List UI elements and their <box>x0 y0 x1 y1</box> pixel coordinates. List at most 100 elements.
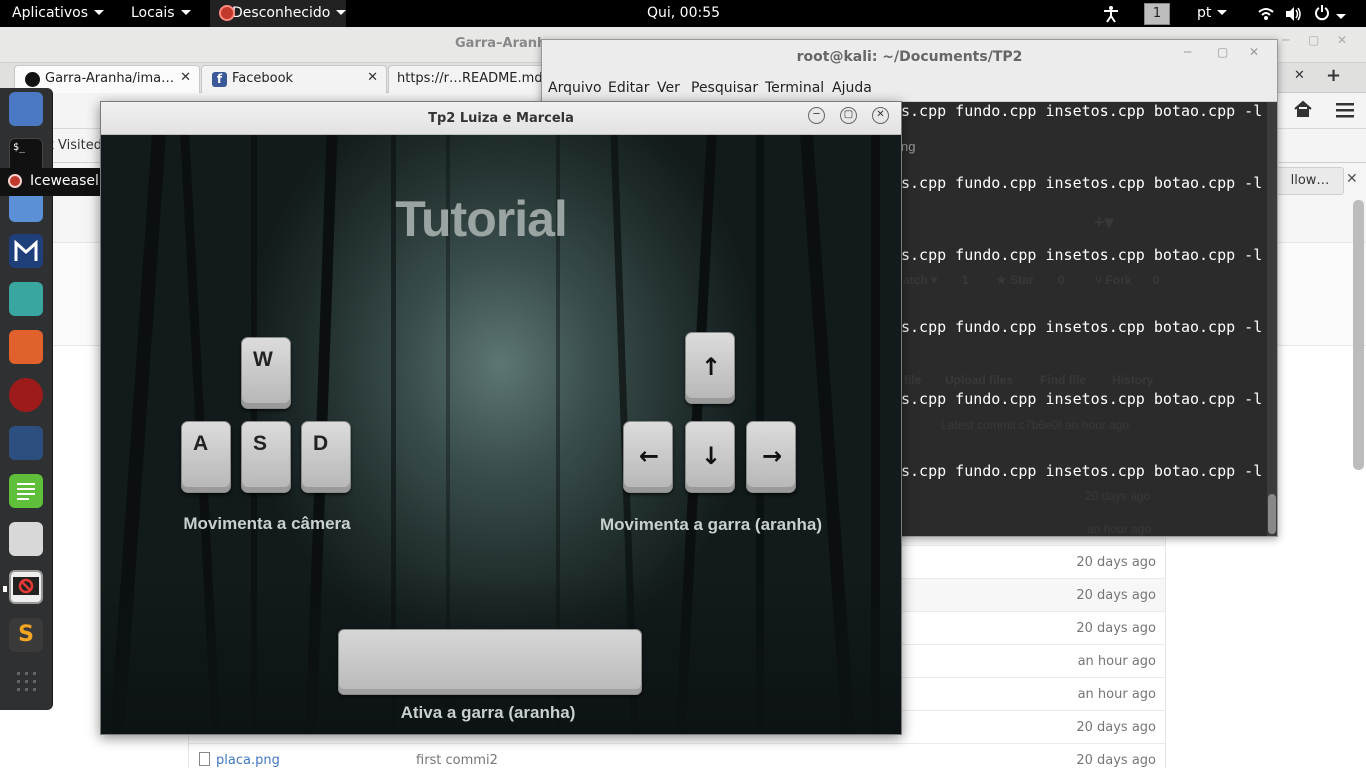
sublime-text-icon[interactable]: S <box>9 618 43 652</box>
text-editor-icon[interactable] <box>9 474 43 508</box>
chevron-down-icon <box>180 10 191 15</box>
key-d: D <box>301 421 351 493</box>
language-menu[interactable]: pt <box>1197 0 1228 27</box>
wifi-icon[interactable] <box>1258 0 1274 27</box>
file-age: 20 days ago <box>1076 720 1156 735</box>
clock[interactable]: Qui, 00:55 <box>647 0 720 27</box>
page-scrollbar[interactable] <box>1353 200 1364 470</box>
close-icon[interactable]: ✕ <box>1249 45 1259 59</box>
terminal-line: s.cpp fundo.cpp insetos.cpp botao.cpp -l <box>901 390 1263 408</box>
file-age-ghost: 20 days ago <box>1085 489 1151 503</box>
minimize-icon[interactable]: ─ <box>1282 33 1289 47</box>
add-icon[interactable]: +▾ <box>1094 212 1114 233</box>
menu-pesquisar[interactable]: Pesquisar <box>691 80 758 96</box>
watch-button[interactable]: atch ▾ <box>903 273 937 287</box>
file-age: 20 days ago <box>1076 753 1156 768</box>
find-file-button[interactable]: Find file <box>1040 373 1086 387</box>
menu-arquivo[interactable]: Arquivo <box>548 80 602 96</box>
upload-files-button[interactable]: Upload files <box>945 373 1013 387</box>
arrow-up-icon: ↑ <box>700 353 722 381</box>
terminal-scrollbar[interactable] <box>1267 102 1277 536</box>
close-icon[interactable]: ✕ <box>1346 171 1358 187</box>
maximize-button[interactable]: ▢ <box>840 107 857 124</box>
history-button[interactable]: History <box>1112 373 1153 387</box>
key-arrow-down: ↓ <box>685 421 735 493</box>
tooltip-label: Iceweasel <box>30 173 99 189</box>
latest-commit[interactable]: Latest commit c7b6e0f an hour ago <box>941 418 1129 432</box>
tab-facebook[interactable]: f Facebook ✕ <box>201 65 387 93</box>
menu-terminal[interactable]: Terminal <box>765 80 824 96</box>
minimize-button[interactable]: ─ <box>808 107 825 124</box>
maximize-icon[interactable]: ▢ <box>1308 33 1319 47</box>
applications-label: Aplicativos <box>12 5 89 21</box>
game-window: Tp2 Luiza e Marcela ─ ▢ ✕ Tutorial W A S… <box>100 101 902 735</box>
menu-editar[interactable]: Editar <box>608 80 649 96</box>
faraday-icon[interactable] <box>9 378 43 412</box>
table-row[interactable]: placa.png first commi2 20 days ago <box>188 743 1166 768</box>
close-icon[interactable]: ✕ <box>367 70 378 85</box>
key-w: W <box>241 337 291 409</box>
key-label: S <box>253 432 268 455</box>
file-age: 20 days ago <box>1076 588 1156 603</box>
close-icon[interactable]: ✕ <box>1337 33 1347 47</box>
minimize-icon[interactable]: ─ <box>1184 45 1191 59</box>
dock-tooltip: Iceweasel <box>0 168 100 196</box>
key-arrow-up: ↑ <box>685 332 735 404</box>
scrollbar-thumb[interactable] <box>1268 494 1276 534</box>
armitage-icon[interactable] <box>9 282 43 316</box>
commit-message[interactable]: first commi2 <box>416 753 498 768</box>
show-applications-icon[interactable] <box>17 672 37 692</box>
metasploit-icon[interactable] <box>9 234 43 268</box>
follow-button[interactable]: llow… <box>1276 167 1344 195</box>
active-app-menu[interactable]: Desconhecido <box>210 0 347 27</box>
chevron-down-icon <box>94 10 105 15</box>
claw-move-caption: Movimenta a garra (aranha) <box>599 515 822 534</box>
menu-icon[interactable] <box>1336 102 1354 122</box>
iceweasel-icon <box>8 174 22 188</box>
fork-button[interactable]: ⑂ Fork <box>1095 273 1132 287</box>
maltego-icon[interactable] <box>9 426 43 460</box>
active-app-label: Desconhecido <box>232 5 331 21</box>
game-canvas[interactable]: Tutorial W A S D Movimenta a câmera ↑ ← … <box>101 135 901 734</box>
home-icon[interactable] <box>1294 100 1312 122</box>
menu-ajuda[interactable]: Ajuda <box>832 80 872 96</box>
burpsuite-icon[interactable] <box>9 330 43 364</box>
terminal-line: s.cpp fundo.cpp insetos.cpp botao.cpp -l <box>901 246 1263 264</box>
accessibility-icon[interactable] <box>1102 0 1120 27</box>
file-name[interactable]: placa.png <box>216 753 280 768</box>
key-label: W <box>253 348 273 371</box>
new-tab-icon[interactable]: + <box>1326 65 1341 86</box>
applications-menu[interactable]: Aplicativos <box>12 0 105 27</box>
key-arrow-right: → <box>746 421 796 493</box>
calculator-icon[interactable] <box>9 522 43 556</box>
terminal-icon[interactable]: $_ <box>9 138 43 172</box>
tab-readme[interactable]: https://r…README.md <box>388 65 548 93</box>
arrow-down-icon: ↓ <box>700 442 722 470</box>
github-icon <box>25 72 40 87</box>
star-count: 0 <box>1058 273 1065 287</box>
close-button[interactable]: ✕ <box>872 107 889 124</box>
terminal-line: s.cpp fundo.cpp insetos.cpp botao.cpp -l <box>901 318 1263 336</box>
close-icon[interactable]: ✕ <box>1294 68 1305 83</box>
tutorial-heading: Tutorial <box>395 191 568 247</box>
terminal-line: ng <box>901 139 916 154</box>
file-age-ghost: an hour ago <box>1087 522 1152 536</box>
new-file-button[interactable]: file <box>904 373 921 387</box>
watch-count: 1 <box>962 273 969 287</box>
file-age: an hour ago <box>1077 654 1156 669</box>
maximize-icon[interactable]: ▢ <box>1217 45 1228 59</box>
key-s: S <box>241 421 291 493</box>
messaging-icon[interactable] <box>9 92 43 126</box>
tab-label: https://r…README.md <box>397 71 543 86</box>
places-menu[interactable]: Locais <box>131 0 191 27</box>
desconhecido-app-icon[interactable] <box>3 570 43 604</box>
terminal-title: root@kali: ~/Documents/TP2 <box>542 40 1277 76</box>
camera-caption: Movimenta a câmera <box>183 514 351 533</box>
game-window-title: Tp2 Luiza e Marcela <box>101 102 901 135</box>
menu-ver[interactable]: Ver <box>657 80 680 96</box>
close-icon[interactable]: ✕ <box>180 70 191 85</box>
volume-icon[interactable] <box>1285 0 1303 27</box>
star-button[interactable]: ★ Star <box>996 273 1033 287</box>
workspace-indicator[interactable]: 1 <box>1144 0 1170 27</box>
power-menu[interactable] <box>1314 0 1346 27</box>
